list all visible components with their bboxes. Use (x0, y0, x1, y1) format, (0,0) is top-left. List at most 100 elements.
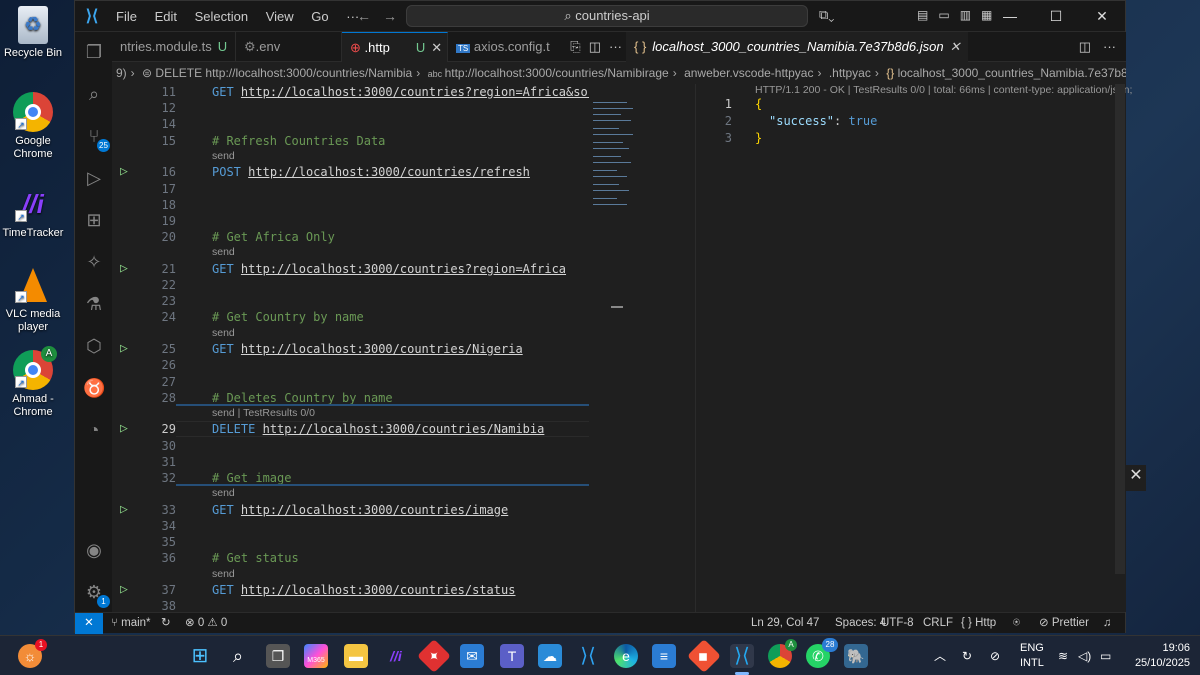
desktop-icon-recycle-bin[interactable]: ♻ Recycle Bin (0, 6, 66, 60)
maximize-button[interactable]: ☐ (1033, 1, 1079, 32)
vscode-blue-icon[interactable]: ⟩⟨ (576, 644, 600, 668)
menu-selection[interactable]: Selection (195, 9, 248, 24)
split-editor-icon[interactable]: ◫ (1079, 39, 1091, 54)
more-actions-icon[interactable]: ··· (1103, 39, 1116, 54)
task-view-icon[interactable]: ❐ (266, 644, 290, 668)
accounts-icon[interactable]: ◉ (83, 539, 105, 561)
preview-icon[interactable]: ⎘ (570, 39, 580, 54)
network-off-icon[interactable]: ⊘ (990, 636, 1000, 675)
request-url-link[interactable]: http://localhost:3000/countries/refresh (248, 165, 530, 179)
desktop-icon-vlc[interactable]: ↗ VLC media player (0, 265, 66, 334)
request-url-link[interactable]: http://localhost:3000/countries?region=A… (241, 262, 566, 276)
close-window-button[interactable]: ✕ (1079, 1, 1125, 32)
windows-start-icon[interactable]: ⊞ (188, 644, 212, 668)
back-arrow-icon[interactable]: ← (357, 8, 371, 24)
tab-axios-config[interactable]: TS axios.config.t (448, 32, 554, 62)
run-request-icon[interactable]: ▷ (120, 502, 128, 518)
tab-env[interactable]: ⚙.env (236, 32, 342, 62)
run-request-icon[interactable]: ▷ (120, 421, 128, 437)
problems-status[interactable]: ⊗ 0 ⚠ 0 (185, 613, 227, 634)
notifications-bell-icon[interactable]: ♫ (1103, 613, 1112, 634)
response-viewer[interactable]: HTTP/1.1 200 - OK | TestResults 0/0 | to… (696, 84, 1135, 612)
language-mode[interactable]: { } Http (961, 613, 996, 634)
breadcrumb-item[interactable]: .httpyac (829, 66, 871, 80)
manage-gear-icon[interactable]: ⚙ 1 (83, 581, 110, 608)
copilot-icon[interactable]: ⧉⌄ (819, 7, 834, 23)
forward-arrow-icon[interactable]: → (383, 8, 397, 24)
git-app-icon[interactable]: ✦ (417, 639, 451, 673)
git-icon[interactable]: ◆ (687, 639, 721, 673)
show-hidden-icons[interactable]: ︿ (934, 636, 946, 675)
close-tab-icon[interactable]: ✕ (950, 39, 961, 54)
search-icon[interactable]: ⌕ (226, 644, 250, 668)
breadcrumb-item[interactable]: anweber.vscode-httpyac (684, 66, 813, 80)
minimap[interactable] (589, 84, 639, 612)
file-explorer-icon[interactable]: ▬ (344, 644, 368, 668)
menu-view[interactable]: View (266, 9, 294, 24)
desktop-icon-ahmad-chrome[interactable]: A ↗ Ahmad - Chrome (0, 346, 66, 419)
tab-http[interactable]: ⊕ .http U ✕ (342, 32, 448, 62)
teams-icon[interactable]: T (500, 644, 524, 668)
volume-icon[interactable]: ◁) (1078, 636, 1091, 675)
postgres-icon[interactable]: 🐘 (844, 644, 868, 668)
codelens-send[interactable]: send (212, 149, 235, 163)
codelens-send[interactable]: send (212, 326, 235, 340)
request-url-link[interactable]: http://localhost:3000/countries/Namibia (263, 422, 545, 436)
notepad-icon[interactable]: ≡ (652, 644, 676, 668)
request-url-link[interactable]: http://localhost:3000/countries/Nigeria (241, 342, 523, 356)
menu-edit[interactable]: Edit (155, 9, 177, 24)
containers-icon[interactable]: ⬡ (83, 335, 105, 357)
codelens-send[interactable]: send | TestResults 0/0 (212, 406, 315, 420)
sash[interactable] (611, 306, 623, 308)
cursor-position[interactable]: Ln 29, Col 47 (751, 613, 819, 634)
indentation-status[interactable]: Spaces: 4 (835, 613, 886, 634)
tab-response-json[interactable]: { } localhost_3000_countries_Namibia.7e37… (626, 32, 969, 62)
battery-icon[interactable]: ▭ (1100, 636, 1111, 675)
menu-file[interactable]: File (116, 9, 137, 24)
search-view-icon[interactable]: ⌕ (83, 83, 105, 105)
desktop-icon-google-chrome[interactable]: ↗ Google Chrome (0, 92, 66, 161)
branch-status[interactable]: ⑂ main* (111, 613, 151, 634)
run-debug-icon[interactable]: ▷ (83, 167, 105, 189)
command-center-search[interactable]: ⌕ countries-api (406, 5, 808, 27)
chrome-taskbar-icon[interactable]: A (768, 639, 797, 668)
run-request-icon[interactable]: ▷ (120, 341, 128, 357)
breadcrumb-item[interactable]: rage (645, 66, 669, 80)
source-control-icon[interactable]: ⑂ 25 (83, 125, 110, 152)
http-editor[interactable]: 11 GET http://localhost:3000/countries?re… (112, 84, 589, 612)
scrollbar[interactable] (1115, 84, 1125, 574)
request-url-link[interactable]: http://localhost:3000/countries/image (241, 503, 508, 517)
run-request-icon[interactable]: ▷ (120, 261, 128, 277)
encoding-status[interactable]: UTF-8 (881, 613, 914, 634)
edge-icon[interactable]: e (614, 644, 638, 668)
ai-assist-icon[interactable]: ✧ (83, 251, 105, 273)
remote-desktop-icon[interactable]: ☁ (538, 644, 562, 668)
timetracker-taskbar-icon[interactable]: //i (384, 644, 408, 668)
desktop-icon-timetracker[interactable]: //i ↗ TimeTracker (0, 184, 66, 240)
breadcrumb-item[interactable]: localhost_3000_countries_Namibia.7e37b8d… (898, 66, 1126, 80)
eol-status[interactable]: CRLF (923, 613, 953, 634)
response-status-lens[interactable]: HTTP/1.1 200 - OK | TestResults 0/0 | to… (755, 84, 1135, 96)
run-request-icon[interactable]: ▷ (120, 164, 128, 180)
m365-icon[interactable]: M365 (304, 644, 328, 668)
sync-icon[interactable]: ↻ (161, 613, 171, 634)
request-url-link[interactable]: http://localhost:3000/countries?region=A… (241, 85, 589, 99)
sync-tray-icon[interactable]: ↻ (962, 636, 972, 675)
outlook-icon[interactable]: ✉ (460, 644, 484, 668)
codelens-send[interactable]: send (212, 486, 235, 500)
remote-indicator-icon[interactable]: ✕ (75, 613, 103, 634)
codelens-send[interactable]: send (212, 245, 235, 259)
whatsapp-icon[interactable]: ✆ 28 (806, 638, 838, 668)
weather-widget-icon[interactable]: ☼ 1 (18, 639, 47, 668)
explorer-icon[interactable]: ❐ (83, 41, 105, 63)
toggle-primary-sidebar-icon[interactable]: ▤ (917, 8, 928, 22)
remote-explorer-icon[interactable]: ◔ (83, 419, 105, 441)
run-request-icon[interactable]: ▷ (120, 582, 128, 598)
breadcrumb-item[interactable]: 9) (116, 66, 127, 80)
prettier-status[interactable]: ⊘ Prettier (1039, 613, 1089, 634)
breadcrumb-item[interactable]: DELETE http://localhost:3000/countries/N… (155, 66, 412, 80)
copilot-status-icon[interactable]: ⍟ (1013, 613, 1020, 634)
codelens-send[interactable]: send (212, 567, 235, 581)
tab-countries-module[interactable]: ntries.module.ts U (112, 32, 236, 62)
more-actions-icon[interactable]: ··· (609, 39, 622, 54)
